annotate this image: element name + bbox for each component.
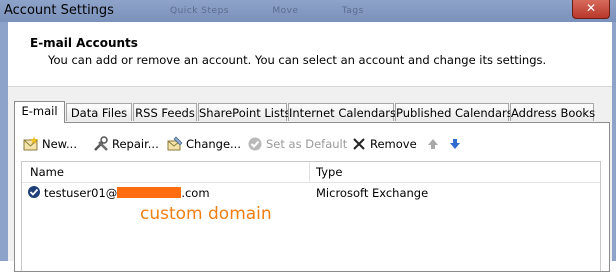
ghost-tab: Move bbox=[272, 6, 299, 16]
change-button[interactable]: Change... bbox=[167, 133, 241, 155]
close-icon: ✕ bbox=[585, 1, 597, 15]
header-band: E-mail Accounts You can add or remove an… bbox=[8, 22, 612, 87]
new-button[interactable]: New... bbox=[23, 133, 77, 155]
annotation-text: custom domain bbox=[140, 204, 272, 224]
tab-published-calendars[interactable]: Published Calendars bbox=[395, 103, 513, 121]
redaction-bar bbox=[117, 187, 182, 198]
change-button-label: Change... bbox=[186, 137, 241, 151]
change-account-icon bbox=[167, 136, 183, 152]
remove-button-label: Remove bbox=[370, 137, 417, 151]
tab-sharepoint-lists[interactable]: SharePoint Lists bbox=[198, 103, 291, 121]
set-as-default-button[interactable]: Set as Default bbox=[247, 133, 347, 155]
account-name-prefix: testuser01@ bbox=[44, 186, 118, 200]
window-title: Account Settings bbox=[4, 3, 114, 18]
ghost-tab: Tags bbox=[341, 6, 364, 16]
x-icon bbox=[351, 136, 367, 152]
account-name: testuser01@ .com bbox=[44, 186, 210, 200]
section-description: You can add or remove an account. You ca… bbox=[48, 53, 547, 67]
background-window-ribbon: Quick Steps Move Tags bbox=[170, 6, 404, 16]
move-up-button[interactable] bbox=[425, 133, 441, 155]
account-name-suffix: .com bbox=[181, 186, 210, 200]
account-row[interactable]: testuser01@ .com Microsoft Exchange bbox=[22, 184, 600, 202]
section-title: E-mail Accounts bbox=[30, 36, 138, 50]
tab-email[interactable]: E-mail bbox=[14, 101, 65, 123]
tab-internet-calendars[interactable]: Internet Calendars bbox=[288, 103, 396, 121]
tab-strip: E-mail Data Files RSS Feeds SharePoint L… bbox=[14, 101, 610, 123]
title-bar: Account Settings Quick Steps Move Tags ✕ bbox=[0, 0, 616, 22]
check-circle-icon bbox=[247, 136, 263, 152]
arrow-down-icon bbox=[447, 136, 463, 152]
tools-icon bbox=[93, 136, 109, 152]
set-as-default-label: Set as Default bbox=[266, 137, 348, 151]
account-toolbar: New... Repair... Change... Set as Defaul… bbox=[21, 133, 601, 155]
account-list: Name Type testuser01@ .com Microsoft Exch… bbox=[21, 161, 601, 271]
default-account-check-icon bbox=[27, 185, 43, 201]
column-header-name[interactable]: Name bbox=[30, 165, 64, 179]
window-frame-left bbox=[0, 22, 8, 261]
tab-data-files[interactable]: Data Files bbox=[66, 103, 132, 121]
new-button-label: New... bbox=[42, 137, 77, 151]
remove-button[interactable]: Remove bbox=[351, 133, 417, 155]
window-frame-right bbox=[612, 22, 616, 261]
new-account-icon bbox=[23, 136, 39, 152]
tab-rss-feeds[interactable]: RSS Feeds bbox=[133, 103, 197, 121]
column-header-type[interactable]: Type bbox=[316, 165, 342, 179]
arrow-up-icon bbox=[425, 136, 441, 152]
account-type: Microsoft Exchange bbox=[316, 186, 429, 200]
move-down-button[interactable] bbox=[447, 133, 463, 155]
dialog-content: E-mail Accounts You can add or remove an… bbox=[8, 22, 612, 272]
column-divider[interactable] bbox=[309, 162, 310, 182]
ghost-tab: Quick Steps bbox=[170, 6, 229, 16]
close-button[interactable]: ✕ bbox=[572, 0, 610, 19]
email-tab-panel: New... Repair... Change... Set as Defaul… bbox=[14, 122, 610, 272]
repair-button[interactable]: Repair... bbox=[93, 133, 159, 155]
tab-address-books[interactable]: Address Books bbox=[510, 103, 595, 121]
list-header: Name Type bbox=[22, 162, 600, 183]
repair-button-label: Repair... bbox=[112, 137, 159, 151]
